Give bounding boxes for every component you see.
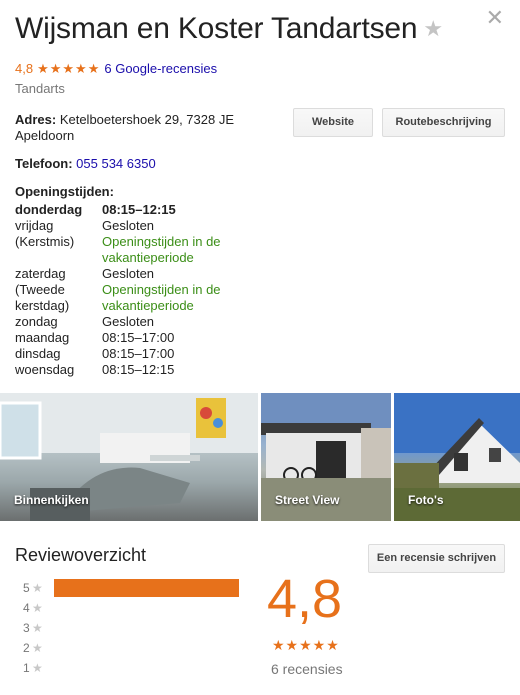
rating-bar-track (54, 579, 239, 597)
hours-time: Gesloten (102, 314, 155, 329)
phone-link[interactable]: 055 534 6350 (76, 156, 156, 171)
rating-bar-track (54, 599, 239, 617)
hours-day: zondag (15, 314, 58, 329)
photo-strip: Binnenkijken Street View Foto's (0, 393, 520, 521)
hours-row: (Tweede kerstdag) Openingstijden in de va… (15, 282, 285, 314)
rating-bar-label: 5 (23, 581, 30, 595)
hours-time: 08:15–17:00 (102, 330, 175, 345)
hours-row: zaterdag Gesloten (15, 266, 285, 282)
hours-day: vrijdag (15, 218, 54, 233)
star-icon: ★ (32, 621, 43, 635)
street-view-tile[interactable]: Street View (261, 393, 391, 521)
hours-row: dinsdag 08:15–17:00 (15, 346, 285, 362)
write-review-button[interactable]: Een recensie schrijven (368, 544, 505, 573)
rating-score: 4,8 (15, 61, 34, 76)
photos-tile[interactable]: Foto's (394, 393, 520, 521)
hours-day: woensdag (15, 362, 75, 377)
place-header: Wijsman en Koster Tandartsen ★ (15, 10, 455, 50)
hours-time: Gesloten (102, 266, 155, 281)
hours-day: (Tweede kerstdag) (15, 282, 70, 313)
indoor-photo-label: Binnenkijken (14, 493, 89, 507)
star-icon: ★ (32, 641, 43, 655)
star-icon: ★ (32, 661, 43, 675)
hours-time: Openingstijden in de vakantieperiode (102, 282, 221, 313)
hours-day: (Kerstmis) (15, 234, 75, 249)
hours-day: maandag (15, 330, 70, 345)
rating-bar-row: 1 ★ (23, 658, 239, 678)
hours-row: donderdag 08:15–12:15 (15, 202, 285, 218)
hours-time: 08:15–12:15 (102, 362, 175, 377)
star-icon: ★ (32, 601, 43, 615)
review-count: 6 recensies (271, 661, 343, 677)
photos-label: Foto's (408, 493, 444, 507)
address: Adres: Ketelboetershoek 29, 7328 JE Apel… (15, 112, 285, 144)
rating-bar-track (54, 639, 239, 657)
rating-bar-label: 3 (23, 621, 30, 635)
star-icon[interactable]: ★ (423, 10, 443, 48)
opening-hours-title: Openingstijden: (15, 184, 114, 199)
average-stars-icon: ★★★★★ (272, 637, 340, 653)
place-info: Adres: Ketelboetershoek 29, 7328 JE Apel… (15, 112, 285, 378)
hours-row: (Kerstmis) Openingstijden in de vakantiep… (15, 234, 285, 266)
review-overview-title: Reviewoverzicht (15, 545, 147, 565)
hours-time: Gesloten (102, 218, 155, 233)
rating-bar-track (54, 659, 239, 677)
average-rating: 4,8 (267, 569, 343, 629)
street-view-label: Street View (275, 493, 340, 507)
address-label: Adres: (15, 112, 57, 127)
rating-bar-fill (54, 579, 239, 597)
hours-time: Openingstijden in de vakantieperiode (102, 234, 221, 265)
hours-row: maandag 08:15–17:00 (15, 330, 285, 346)
rating-bar-label: 2 (23, 641, 30, 655)
place-category: Tandarts (15, 81, 65, 96)
route-button[interactable]: Routebeschrijving (382, 108, 505, 137)
hours-day: donderdag (15, 202, 83, 217)
star-icon: ★ (32, 581, 43, 595)
hours-day: dinsdag (15, 346, 61, 361)
hours-row: vrijdag Gesloten (15, 218, 285, 234)
rating-bar-row: 3 ★ (23, 618, 239, 638)
rating-stars-icon: ★★★★★ (37, 61, 101, 76)
indoor-photo-tile[interactable]: Binnenkijken (0, 393, 258, 521)
hours-time: 08:15–17:00 (102, 346, 175, 361)
rating-bar-row: 2 ★ (23, 638, 239, 658)
rating-distribution: 5 ★ 4 ★ 3 ★ 2 ★ 1 ★ (23, 578, 239, 678)
rating-bar-row: 4 ★ (23, 598, 239, 618)
rating-summary: 4,8 ★★★★★ 6 Google-recensies (15, 61, 217, 77)
hours-row: woensdag 08:15–12:15 (15, 362, 285, 378)
website-button[interactable]: Website (293, 108, 373, 137)
hours-row: zondag Gesloten (15, 314, 285, 330)
place-title: Wijsman en Koster Tandartsen (15, 12, 418, 45)
opening-hours-table: donderdag 08:15–12:15 vrijdag Gesloten (Kers… (15, 202, 285, 378)
rating-bar-label: 4 (23, 601, 30, 615)
rating-bar-track (54, 619, 239, 637)
close-icon[interactable]: ✕ (486, 7, 504, 29)
phone-label: Telefoon: (15, 156, 73, 171)
hours-day: zaterdag (15, 266, 66, 281)
rating-bar-label: 1 (23, 661, 30, 675)
phone: Telefoon: 055 534 6350 (15, 156, 285, 172)
hours-time: 08:15–12:15 (102, 202, 176, 217)
google-reviews-link[interactable]: 6 Google-recensies (104, 61, 217, 76)
rating-bar-row: 5 ★ (23, 578, 239, 598)
